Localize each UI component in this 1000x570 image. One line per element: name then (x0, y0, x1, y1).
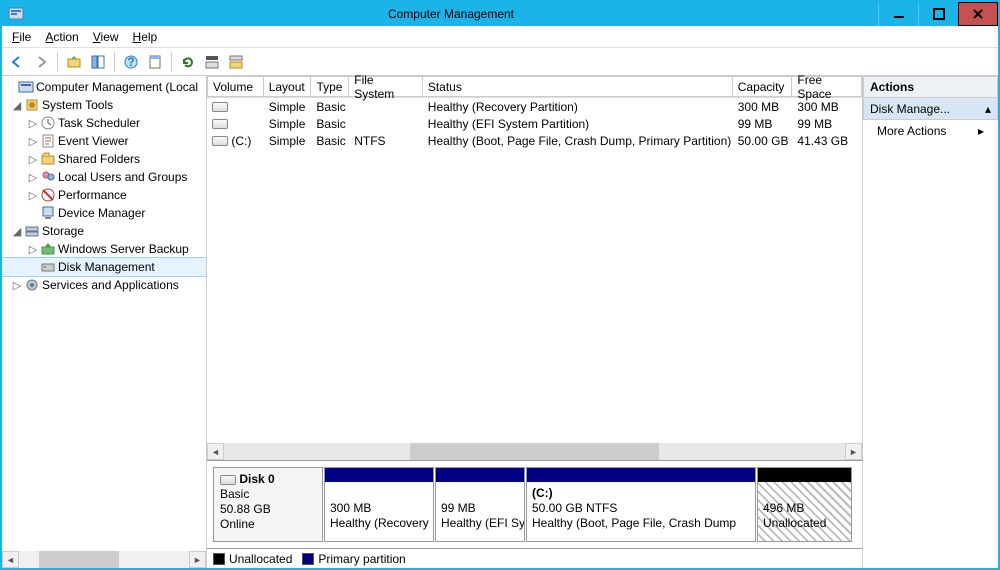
disk-graphic-area: Disk 0 Basic 50.88 GB Online 300 MBHealt… (207, 460, 862, 548)
close-button[interactable] (958, 2, 998, 26)
legend: Unallocated Primary partition (207, 548, 862, 568)
legend-swatch-unallocated (213, 553, 225, 565)
tree-services-apps[interactable]: ▷Services and Applications (2, 276, 206, 294)
col-layout[interactable]: Layout (264, 76, 312, 97)
minimize-button[interactable] (878, 2, 918, 26)
col-filesystem[interactable]: File System (349, 76, 423, 97)
actions-header: Actions (863, 76, 998, 98)
partition-efi[interactable]: 99 MBHealthy (EFI Sy (435, 467, 525, 542)
disk-icon (220, 475, 236, 485)
volume-grid-header: Volume Layout Type File System Status Ca… (207, 76, 862, 98)
partition-c[interactable]: (C:)50.00 GB NTFSHealthy (Boot, Page Fil… (526, 467, 756, 542)
menu-help[interactable]: Help (133, 30, 158, 44)
actions-pane: Actions Disk Manage... ▴ More Actions ▸ (863, 76, 998, 568)
tree-pane[interactable]: Computer Management (Local ◢System Tools… (2, 76, 207, 568)
up-button[interactable] (63, 51, 85, 73)
legend-label: Unallocated (229, 552, 292, 566)
volume-row[interactable]: Simple Basic Healthy (Recovery Partition… (207, 98, 862, 115)
tree-shared-folders[interactable]: ▷Shared Folders (2, 150, 206, 168)
col-volume[interactable]: Volume (207, 76, 264, 97)
titlebar[interactable]: Computer Management (2, 2, 998, 26)
menu-bar: File Action View Help (2, 26, 998, 48)
col-type[interactable]: Type (311, 76, 349, 97)
collapse-icon: ▴ (985, 102, 991, 116)
menu-view[interactable]: View (93, 30, 119, 44)
disk-row[interactable]: Disk 0 Basic 50.88 GB Online 300 MBHealt… (213, 467, 856, 542)
col-freespace[interactable]: Free Space (792, 76, 862, 97)
partition-unallocated[interactable]: 496 MBUnallocated (757, 467, 852, 542)
settings-top-button[interactable] (201, 51, 223, 73)
help-button[interactable]: ? (120, 51, 142, 73)
menu-file[interactable]: File (12, 30, 31, 44)
legend-label: Primary partition (318, 552, 405, 566)
partition-bar (436, 468, 524, 482)
chevron-right-icon: ▸ (978, 124, 984, 138)
show-hide-tree-button[interactable] (87, 51, 109, 73)
volume-horizontal-scrollbar[interactable]: ◄ ► (207, 443, 862, 460)
tree-local-users[interactable]: ▷Local Users and Groups (2, 168, 206, 186)
app-icon (8, 6, 24, 22)
partition-bar (758, 468, 851, 482)
volume-row[interactable]: Simple Basic Healthy (EFI System Partiti… (207, 115, 862, 132)
partition-bar (325, 468, 433, 482)
volume-icon (212, 136, 228, 146)
partition-bar (527, 468, 755, 482)
forward-button[interactable] (30, 51, 52, 73)
scroll-left-button[interactable]: ◄ (2, 551, 19, 568)
refresh-button[interactable] (177, 51, 199, 73)
tree-performance[interactable]: ▷Performance (2, 186, 206, 204)
content-area: Computer Management (Local ◢System Tools… (2, 76, 998, 568)
maximize-button[interactable] (918, 2, 958, 26)
window-title: Computer Management (24, 7, 878, 21)
tree-windows-server-backup[interactable]: ▷Windows Server Backup (2, 240, 206, 258)
back-button[interactable] (6, 51, 28, 73)
scroll-right-button[interactable]: ► (189, 551, 206, 568)
scroll-thumb[interactable] (39, 551, 119, 568)
disk-header[interactable]: Disk 0 Basic 50.88 GB Online (213, 467, 323, 542)
scroll-thumb[interactable] (410, 443, 658, 460)
volume-grid-rows: Simple Basic Healthy (Recovery Partition… (207, 98, 862, 149)
volume-icon (212, 119, 228, 129)
properties-button[interactable] (144, 51, 166, 73)
tree-horizontal-scrollbar[interactable]: ◄ ► (2, 551, 206, 568)
scroll-left-button[interactable]: ◄ (207, 443, 224, 460)
scroll-right-button[interactable]: ► (845, 443, 862, 460)
tree-device-manager[interactable]: Device Manager (2, 204, 206, 222)
volume-row[interactable]: (C:) Simple Basic NTFS Healthy (Boot, Pa… (207, 132, 862, 149)
tree-root[interactable]: Computer Management (Local (2, 78, 206, 96)
legend-swatch-primary (302, 553, 314, 565)
col-capacity[interactable]: Capacity (733, 76, 793, 97)
tree-system-tools[interactable]: ◢System Tools (2, 96, 206, 114)
col-status[interactable]: Status (423, 76, 733, 97)
actions-selected[interactable]: Disk Manage... ▴ (863, 98, 998, 120)
tree-storage[interactable]: ◢Storage (2, 222, 206, 240)
tree-event-viewer[interactable]: ▷Event Viewer (2, 132, 206, 150)
menu-action[interactable]: Action (45, 30, 78, 44)
tree-disk-management[interactable]: Disk Management (2, 258, 206, 276)
volume-icon (212, 102, 228, 112)
window-frame: Computer Management File Action View Hel… (0, 0, 1000, 570)
tree-task-scheduler[interactable]: ▷Task Scheduler (2, 114, 206, 132)
partition-recovery[interactable]: 300 MBHealthy (Recovery (324, 467, 434, 542)
main-pane: Volume Layout Type File System Status Ca… (207, 76, 863, 568)
settings-bottom-button[interactable] (225, 51, 247, 73)
actions-more[interactable]: More Actions ▸ (863, 120, 998, 142)
svg-text:?: ? (127, 55, 134, 69)
